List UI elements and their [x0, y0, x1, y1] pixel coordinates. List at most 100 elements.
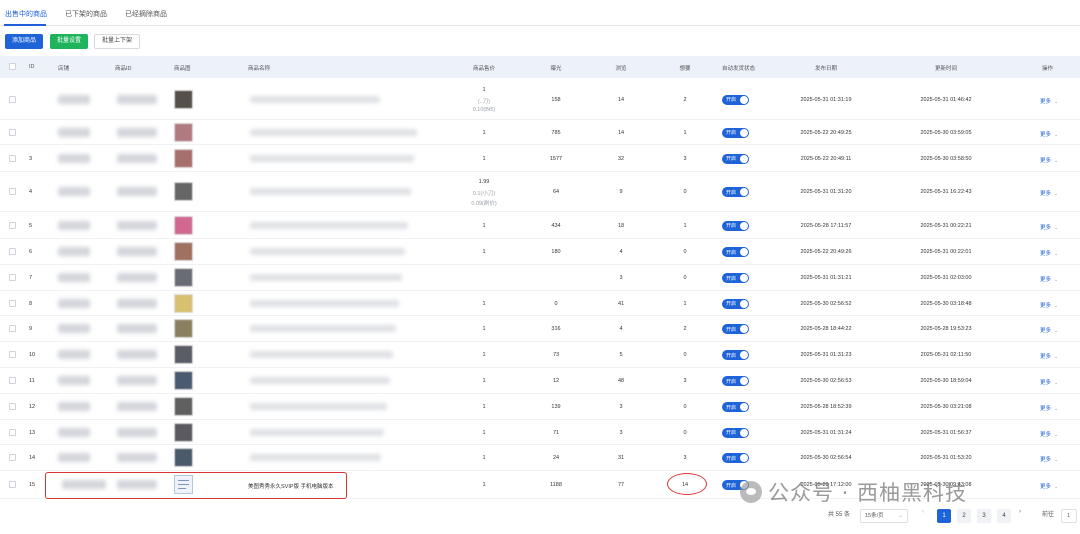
tab-on-sale[interactable]: 出售中的商品: [5, 9, 47, 19]
table-row: 5 1 434 18 1 开启 2025-05-28 17:11:57 2025-05-31 …: [0, 212, 1080, 239]
auto-ship-toggle[interactable]: 开启: [722, 153, 749, 164]
page-number[interactable]: 1: [937, 509, 951, 523]
want-count: 1: [683, 300, 687, 307]
row-checkbox[interactable]: [9, 351, 16, 358]
page-size-select[interactable]: 15条/页 ⌄: [860, 509, 908, 523]
page-number[interactable]: 2: [957, 509, 971, 523]
more-actions-button[interactable]: 更多 ⌄: [1040, 482, 1058, 490]
more-actions-button[interactable]: 更多 ⌄: [1040, 352, 1058, 360]
col-want: 想要: [679, 66, 691, 72]
product-name-redacted: [250, 188, 411, 195]
more-actions-button[interactable]: 更多 ⌄: [1040, 378, 1058, 386]
table-row: 8 1 0 41 1 开启 2025-05-30 02:56:52 2025-05-30 03…: [0, 291, 1080, 316]
col-shop: 店铺: [58, 66, 70, 72]
table-row: 1 (..刀) 0.10(Bt5) 158 14 2 开启 2025-05-31 01:31:…: [0, 79, 1080, 120]
update-time: 2025-05-31 16:22:43: [920, 189, 972, 195]
product-name-redacted: [250, 403, 387, 410]
wechat-logo-icon: [740, 481, 762, 503]
more-actions-button[interactable]: 更多 ⌄: [1040, 455, 1058, 463]
publish-date: 2025-05-28 17:11:57: [800, 222, 852, 229]
auto-ship-toggle[interactable]: 开启: [722, 402, 749, 412]
row-checkbox[interactable]: [9, 403, 16, 410]
row-id: 5: [29, 222, 33, 229]
auto-ship-toggle[interactable]: 开启: [722, 187, 749, 197]
shop-redacted: [58, 220, 90, 230]
batch-settings-button[interactable]: 批量设置: [50, 34, 88, 49]
more-actions-button[interactable]: 更多 ⌄: [1040, 326, 1058, 334]
exposure: 316: [551, 326, 561, 332]
auto-ship-toggle[interactable]: 开启: [722, 427, 749, 438]
more-actions-button[interactable]: 更多 ⌄: [1040, 223, 1058, 231]
auto-ship-toggle[interactable]: 开启: [722, 94, 749, 105]
more-actions-button[interactable]: 更多 ⌄: [1040, 404, 1058, 412]
product-thumbnail: [174, 215, 193, 235]
next-page-icon[interactable]: ›: [1019, 509, 1021, 515]
tab-removed[interactable]: 已经摘除商品: [125, 9, 167, 19]
update-time: 2025-05-30 03:58:50: [920, 155, 972, 162]
product-id-redacted: [117, 376, 157, 385]
row-checkbox[interactable]: [9, 248, 16, 255]
row-checkbox[interactable]: [9, 274, 16, 281]
product-name-redacted: [250, 428, 384, 436]
auto-ship-toggle[interactable]: 开启: [722, 350, 749, 360]
views: 31: [617, 455, 625, 461]
add-product-button[interactable]: 添加商品: [5, 34, 43, 49]
select-all-checkbox[interactable]: [9, 63, 16, 70]
row-checkbox[interactable]: [9, 95, 16, 103]
price: 1: [482, 86, 486, 93]
auto-ship-toggle[interactable]: 开启: [722, 220, 749, 231]
batch-shelf-button[interactable]: 批量上下架: [94, 34, 140, 49]
row-checkbox[interactable]: [9, 154, 16, 162]
chevron-down-icon: ⌄: [1054, 251, 1059, 257]
goto-input[interactable]: 1: [1061, 509, 1077, 523]
more-actions-button[interactable]: 更多 ⌄: [1040, 249, 1058, 257]
price: 1: [482, 222, 486, 229]
row-checkbox[interactable]: [9, 428, 16, 436]
row-id: 4: [29, 189, 33, 195]
row-id: 8: [29, 300, 33, 307]
row-checkbox[interactable]: [9, 128, 16, 136]
row-checkbox[interactable]: [9, 299, 16, 307]
price: 1: [482, 429, 486, 436]
auto-ship-toggle[interactable]: 开启: [722, 376, 749, 386]
more-actions-button[interactable]: 更多 ⌄: [1040, 156, 1058, 164]
row-checkbox[interactable]: [9, 377, 16, 384]
shop-redacted: [58, 453, 90, 462]
more-actions-button[interactable]: 更多 ⌄: [1040, 301, 1058, 309]
more-actions-button[interactable]: 更多 ⌄: [1040, 430, 1058, 438]
want-count: 2: [683, 96, 687, 103]
tab-off-shelf[interactable]: 已下架的商品: [65, 9, 107, 19]
row-checkbox[interactable]: [9, 481, 16, 488]
more-actions-button[interactable]: 更多 ⌄: [1040, 97, 1058, 105]
shop-redacted: [58, 298, 90, 308]
page-number[interactable]: 3: [977, 509, 991, 523]
more-actions-button[interactable]: 更多 ⌄: [1040, 130, 1058, 138]
auto-ship-toggle[interactable]: 开启: [722, 298, 749, 309]
auto-ship-toggle[interactable]: 开启: [722, 273, 749, 283]
auto-ship-toggle[interactable]: 开启: [722, 324, 749, 334]
price: 1: [482, 129, 486, 136]
row-checkbox[interactable]: [9, 221, 16, 229]
more-actions-button[interactable]: 更多 ⌄: [1040, 189, 1058, 197]
price: 1: [482, 352, 486, 358]
update-time: 2025-05-31 01:46:42: [920, 96, 972, 103]
product-id-redacted: [117, 220, 157, 230]
more-actions-button[interactable]: 更多 ⌄: [1040, 275, 1058, 283]
price-sub-2: 0.10(Bt5): [472, 106, 496, 113]
publish-date: 2025-05-22 20:49:11: [800, 155, 852, 162]
shop-redacted: [58, 427, 90, 437]
prev-page-icon[interactable]: ‹: [922, 509, 924, 515]
auto-ship-toggle[interactable]: 开启: [722, 127, 749, 138]
views: 77: [617, 482, 625, 488]
auto-ship-toggle[interactable]: 开启: [722, 453, 749, 463]
auto-ship-toggle[interactable]: 开启: [722, 247, 749, 257]
product-name-redacted: [250, 154, 414, 162]
page-number[interactable]: 4: [997, 509, 1011, 523]
shop-redacted: [58, 187, 90, 196]
row-checkbox[interactable]: [9, 325, 16, 332]
row-checkbox[interactable]: [9, 188, 16, 195]
update-time: 2025-05-31 00:22:01: [920, 249, 972, 255]
row-checkbox[interactable]: [9, 454, 16, 461]
views: 14: [617, 129, 625, 136]
tab-bar: 出售中的商品 已下架的商品 已经摘除商品: [0, 0, 1080, 26]
